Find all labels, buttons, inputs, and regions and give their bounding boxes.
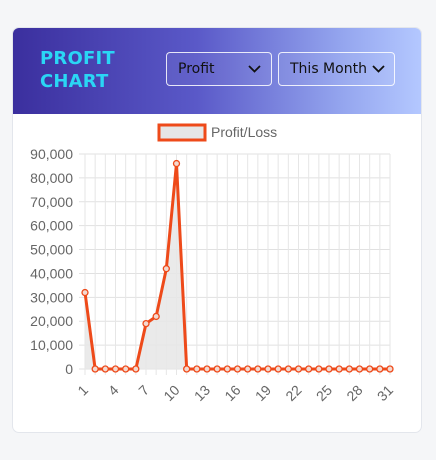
data-point xyxy=(315,365,323,373)
data-point xyxy=(101,365,109,373)
data-point xyxy=(355,365,364,373)
x-tick-label: 28 xyxy=(343,382,365,404)
x-tick-label: 22 xyxy=(282,382,304,404)
x-tick-label: 13 xyxy=(191,382,213,404)
data-point xyxy=(294,365,303,373)
x-tick-label: 19 xyxy=(252,382,274,404)
data-point xyxy=(213,365,221,373)
profit-chart-card: PROFIT CHART Profit This Month 0 10,000 20… xyxy=(13,28,421,432)
y-tick-label: 40,000 xyxy=(30,265,73,281)
data-point xyxy=(152,312,160,321)
data-point xyxy=(244,365,252,373)
data-point xyxy=(223,365,231,373)
y-tick-label: 60,000 xyxy=(30,218,73,234)
x-tick-label: 25 xyxy=(313,382,335,404)
data-point xyxy=(284,365,292,373)
x-tick-label: 16 xyxy=(221,382,243,404)
x-tick-label: 1 xyxy=(74,382,91,399)
y-tick-label: 30,000 xyxy=(30,289,73,305)
profit-loss-line-chart: 0 10,000 20,000 30,000 40,000 50,000 60,000 70,… xyxy=(30,123,396,404)
data-point xyxy=(376,365,384,373)
data-point xyxy=(325,365,333,373)
legend-label: Profit/Loss xyxy=(211,124,277,140)
y-tick-label: 10,000 xyxy=(30,337,73,353)
data-point xyxy=(142,319,150,328)
x-tick-label: 4 xyxy=(105,382,122,399)
data-point xyxy=(203,365,211,373)
legend-swatch xyxy=(157,123,207,142)
data-point xyxy=(254,365,262,373)
data-point xyxy=(91,365,99,373)
data-point xyxy=(172,159,181,168)
data-point xyxy=(366,365,374,373)
y-tick-label: 70,000 xyxy=(30,194,73,210)
data-point xyxy=(183,365,191,373)
data-point xyxy=(274,365,282,373)
data-point xyxy=(81,288,89,297)
data-point xyxy=(386,365,394,373)
data-point xyxy=(111,365,120,373)
data-point xyxy=(122,365,130,373)
y-tick-label: 80,000 xyxy=(30,170,73,186)
data-point xyxy=(335,365,343,373)
data-point xyxy=(264,365,272,373)
y-tick-label: 0 xyxy=(65,361,73,377)
y-tick-label: 50,000 xyxy=(30,242,73,258)
y-tick-label: 20,000 xyxy=(30,313,73,329)
data-point xyxy=(345,365,353,373)
y-tick-label: 90,000 xyxy=(30,146,73,162)
data-point xyxy=(233,365,242,373)
x-tick-label: 31 xyxy=(374,382,396,404)
data-point xyxy=(193,365,201,373)
x-tick-label: 10 xyxy=(160,382,182,404)
data-point xyxy=(305,365,313,373)
data-point xyxy=(162,265,170,273)
data-point xyxy=(132,365,140,373)
x-tick-label: 7 xyxy=(135,382,152,399)
